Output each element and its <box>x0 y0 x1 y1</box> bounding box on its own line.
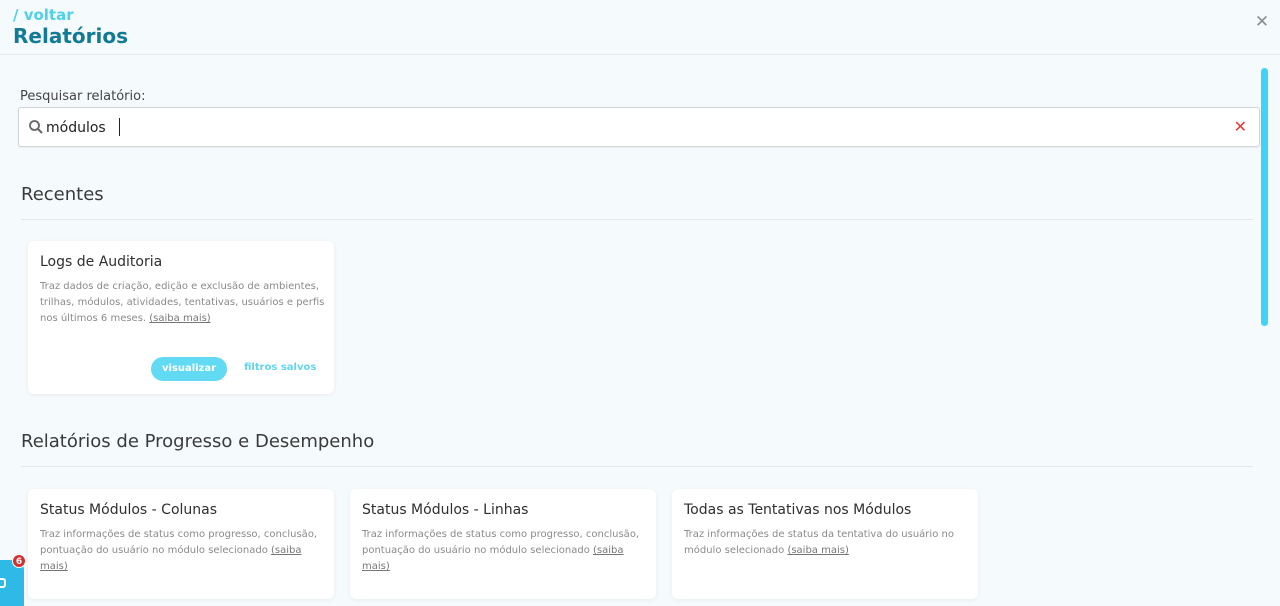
search-input[interactable] <box>46 117 1226 139</box>
card-description: Traz informações de status como progress… <box>40 527 330 575</box>
page-title: Relatórios <box>13 24 128 48</box>
section-title-recentes: Recentes <box>21 184 104 205</box>
header: / voltar Relatórios ✕ <box>0 0 1280 55</box>
report-card-status-modulos-colunas: Status Módulos - Colunas Traz informaçõe… <box>28 489 334 599</box>
learn-more-link[interactable]: (saiba mais) <box>149 313 210 324</box>
section-title-progresso: Relatórios de Progresso e Desempenho <box>21 431 375 452</box>
saved-filters-link[interactable]: filtros salvos <box>244 362 316 373</box>
divider <box>21 219 1253 220</box>
text-caret <box>119 118 120 136</box>
card-description: Traz informações de status da tentativa … <box>684 527 974 559</box>
card-title: Todas as Tentativas nos Módulos <box>684 502 912 518</box>
report-card-status-modulos-linhas: Status Módulos - Linhas Traz informações… <box>350 489 656 599</box>
notification-badge: 6 <box>12 554 26 568</box>
report-card-todas-tentativas: Todas as Tentativas nos Módulos Traz inf… <box>672 489 978 599</box>
card-title: Status Módulos - Linhas <box>362 502 529 518</box>
learn-more-link[interactable]: (saiba mais) <box>787 545 848 556</box>
search-label: Pesquisar relatório: <box>20 89 146 104</box>
card-description: Traz dados de criação, edição e exclusão… <box>40 279 330 327</box>
back-link[interactable]: / voltar <box>13 6 74 24</box>
card-description: Traz informações de status como progress… <box>362 527 652 575</box>
divider <box>21 466 1253 467</box>
chat-icon <box>0 578 6 588</box>
view-button[interactable]: visualizar <box>151 357 227 381</box>
card-title: Status Módulos - Colunas <box>40 502 218 518</box>
card-title: Logs de Auditoria <box>40 254 163 270</box>
close-icon[interactable]: ✕ <box>1254 12 1270 32</box>
search-box[interactable]: ✕ <box>18 107 1260 147</box>
clear-search-icon[interactable]: ✕ <box>1234 117 1247 136</box>
scrollbar[interactable] <box>1261 68 1268 326</box>
search-icon <box>29 120 43 134</box>
report-card-logs-auditoria: Logs de Auditoria Traz dados de criação,… <box>28 241 334 394</box>
